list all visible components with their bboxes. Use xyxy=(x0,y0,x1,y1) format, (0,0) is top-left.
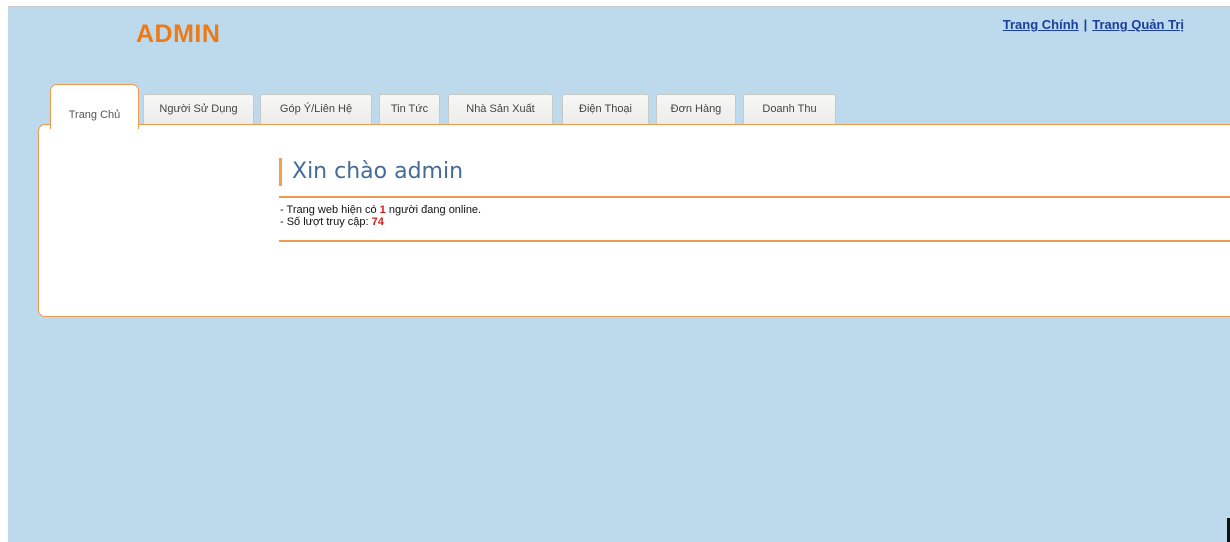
home-link[interactable]: Trang Chính xyxy=(1003,17,1079,32)
visit-count-line: - Số lượt truy cập: 74 xyxy=(280,216,481,228)
title-divider xyxy=(279,196,1230,198)
online-prefix: - Trang web hiện có xyxy=(280,204,380,216)
link-separator: | xyxy=(1083,17,1088,32)
tab-home[interactable]: Trang Chủ xyxy=(50,84,139,129)
tab-orders[interactable]: Đơn Hàng xyxy=(656,94,736,124)
stats-divider xyxy=(279,240,1230,242)
online-users-line: - Trang web hiện có 1 người đang online. xyxy=(280,204,481,216)
admin-page: ADMIN Trang Chính | Trang Quản Trị Trang C… xyxy=(8,6,1230,542)
tab-manufacturers[interactable]: Nhà Sản Xuất xyxy=(448,94,553,124)
tab-news[interactable]: Tin Tức xyxy=(379,94,440,124)
visit-count: 74 xyxy=(371,216,384,228)
tab-phones[interactable]: Điện Thoại xyxy=(562,94,649,124)
site-stats: - Trang web hiện có 1 người đang online.… xyxy=(280,204,481,228)
page-title: Xin chào admin xyxy=(279,158,463,186)
online-suffix: người đang online. xyxy=(385,204,482,216)
admin-logo: ADMIN xyxy=(136,20,221,48)
admin-link[interactable]: Trang Quản Trị xyxy=(1092,17,1184,32)
tab-revenue[interactable]: Doanh Thu xyxy=(743,94,836,124)
tab-feedback[interactable]: Góp Ý/Liên Hệ xyxy=(260,94,372,124)
content-panel: Xin chào admin - Trang web hiện có 1 ngư… xyxy=(38,124,1230,317)
tab-users[interactable]: Người Sử Dụng xyxy=(143,94,254,124)
top-links: Trang Chính | Trang Quản Trị xyxy=(1003,17,1184,32)
visits-prefix: - Số lượt truy cập: xyxy=(280,216,372,228)
